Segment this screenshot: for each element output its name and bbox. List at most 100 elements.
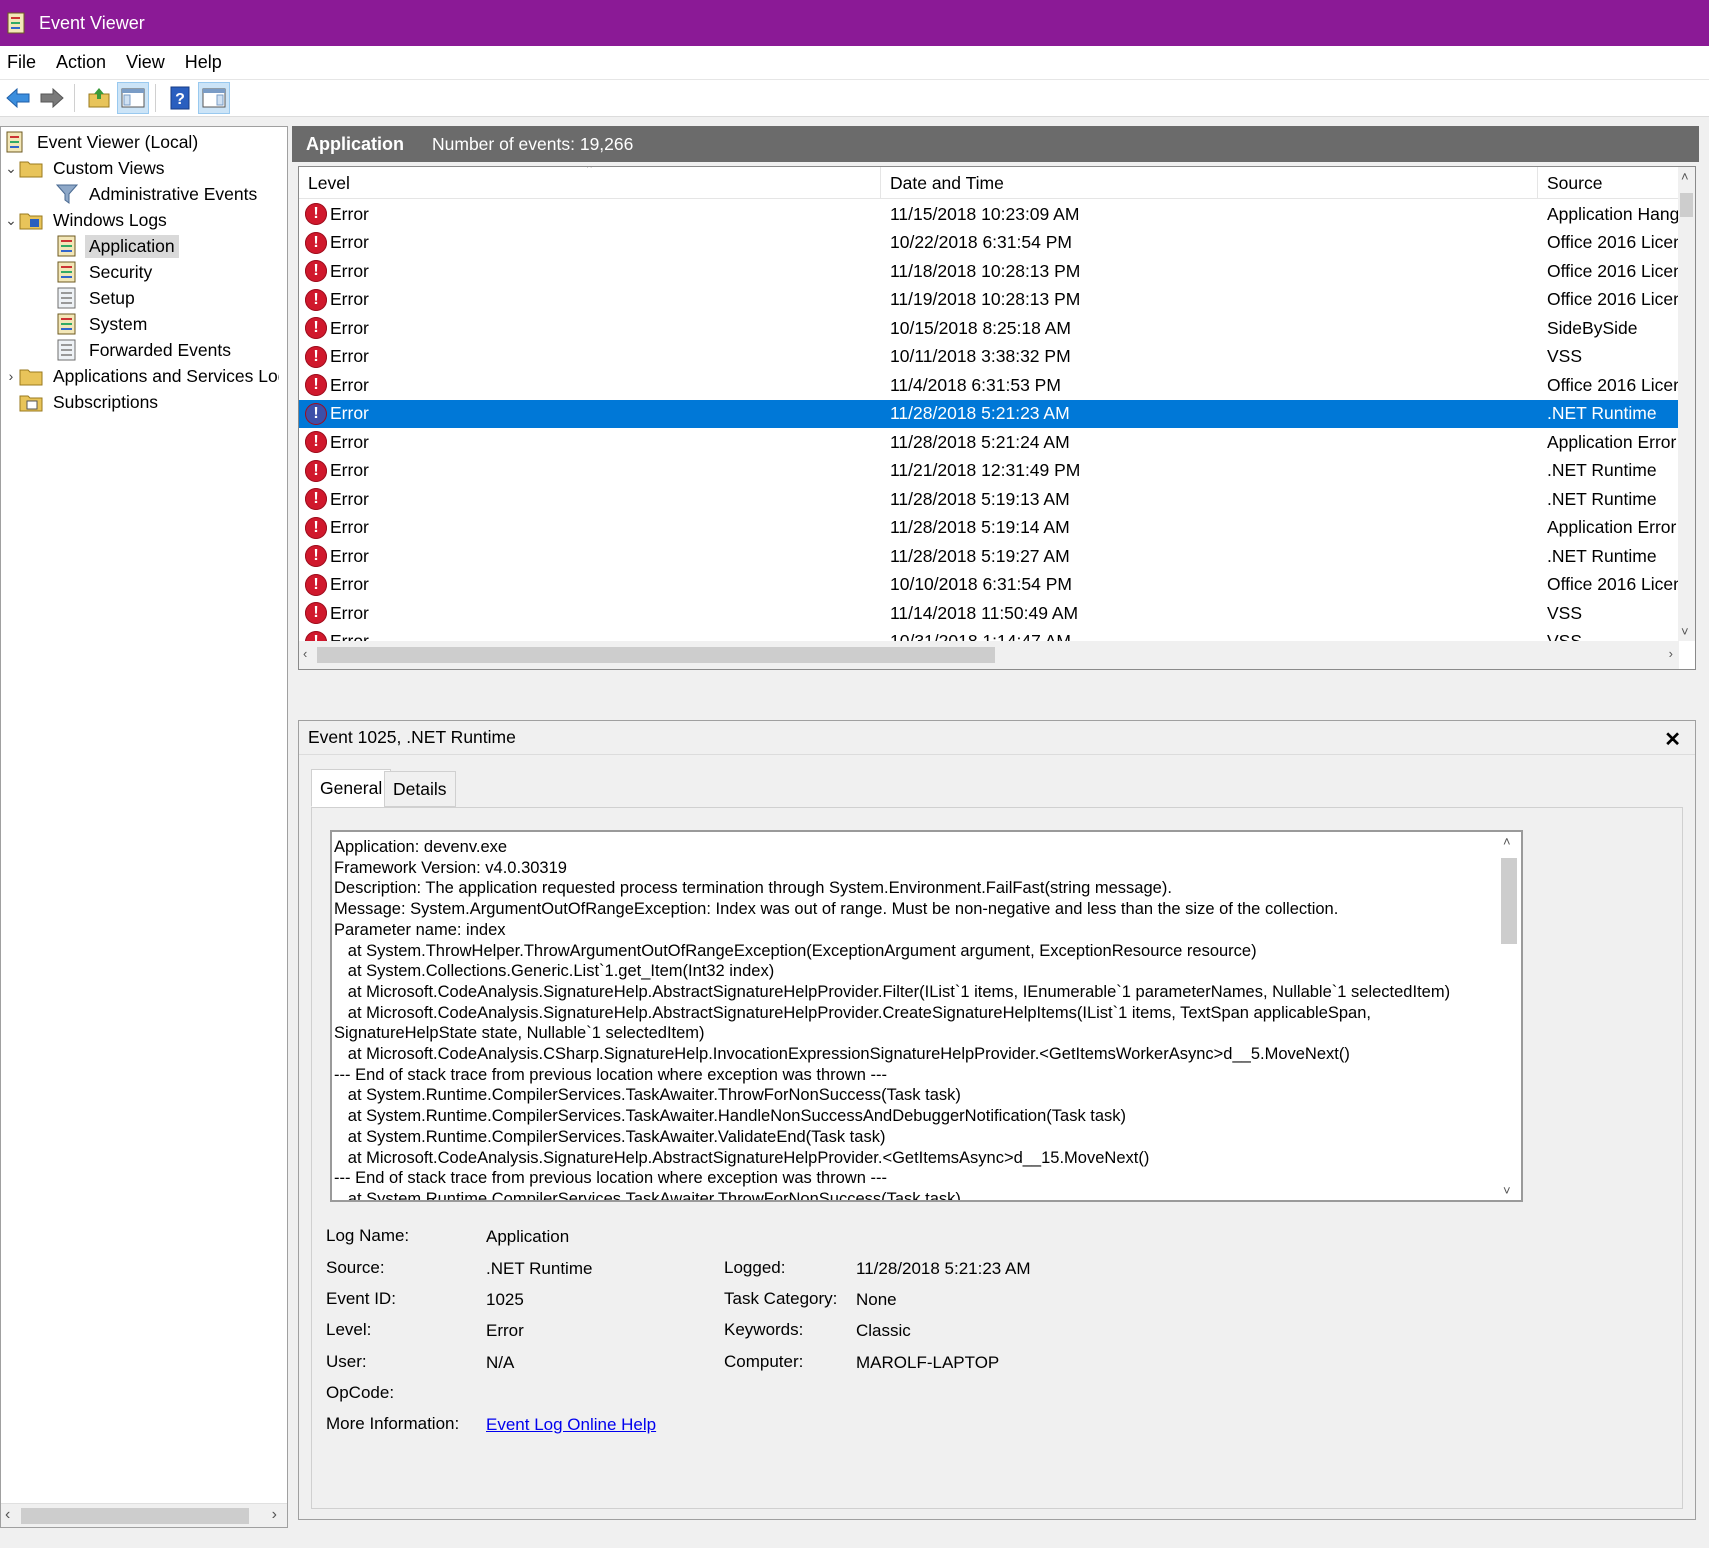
- event-description-box[interactable]: Application: devenv.exe Framework Version…: [330, 830, 1523, 1202]
- column-header-level[interactable]: Level ^: [299, 167, 881, 199]
- tree-item-security[interactable]: Security: [55, 259, 156, 285]
- tree-horizontal-scrollbar[interactable]: ‹ ›: [1, 1503, 287, 1527]
- event-row[interactable]: ! Error 10/10/2018 6:31:54 PM Office 2016 L…: [299, 571, 1679, 600]
- chevron-down-icon[interactable]: ⌄: [3, 160, 19, 177]
- tree-item-setup[interactable]: Setup: [55, 285, 139, 311]
- show-hide-console-tree-button[interactable]: [117, 82, 149, 114]
- menu-action[interactable]: Action: [46, 52, 116, 73]
- event-row[interactable]: ! Error 11/28/2018 5:21:24 AM Application E…: [299, 428, 1679, 457]
- tree-label: Security: [89, 261, 153, 282]
- tree-item-applications-and-services-logs[interactable]: › Applications and Services Log: [3, 363, 279, 389]
- column-header-source[interactable]: Source: [1538, 167, 1679, 199]
- tree-item-application[interactable]: Application: [55, 233, 179, 259]
- chevron-right-icon[interactable]: ›: [3, 368, 19, 384]
- scroll-left-icon[interactable]: ‹: [303, 646, 307, 661]
- field-label-source: Source:: [326, 1258, 385, 1277]
- tree-item-windows-logs[interactable]: ⌄ Windows Logs: [3, 207, 171, 233]
- cell-level: !Error: [305, 286, 875, 314]
- up-folder-button[interactable]: [83, 82, 115, 114]
- toolbar-separator: [155, 84, 156, 112]
- cell-level: !Error: [305, 371, 875, 399]
- field-value-level: Error: [486, 1321, 524, 1340]
- column-label: Date and Time: [890, 172, 1004, 193]
- cell-source: VSS: [1547, 602, 1583, 623]
- field-value-task-category: None: [856, 1290, 897, 1309]
- level-text: Error: [330, 317, 369, 338]
- windows-logs-folder-icon: [19, 213, 43, 230]
- forward-button[interactable]: [36, 82, 68, 114]
- cell-date-and-time: 11/28/2018 5:19:14 AM: [890, 517, 1070, 537]
- tree-label: System: [89, 313, 148, 334]
- cell-level: !Error: [305, 343, 875, 371]
- field-label-logged: Logged:: [724, 1258, 786, 1277]
- cell-date-and-time: 11/4/2018 6:31:53 PM: [890, 374, 1061, 395]
- scroll-right-icon[interactable]: ›: [272, 1506, 277, 1524]
- chevron-down-icon[interactable]: ⌄: [3, 212, 19, 229]
- tree-item-custom-views[interactable]: ⌄ Custom Views: [3, 155, 169, 181]
- log-name: Application: [306, 133, 404, 154]
- event-row[interactable]: ! Error 11/28/2018 5:19:27 AM .NET Runtime: [299, 542, 1679, 571]
- description-line: at Microsoft.CodeAnalysis.SignatureHelp.…: [334, 1148, 1150, 1167]
- field-label-more-information: More Information:: [326, 1414, 460, 1433]
- column-header-date-and-time[interactable]: Date and Time: [881, 167, 1538, 199]
- forward-arrow-icon: [40, 87, 64, 109]
- event-row[interactable]: ! Error 11/4/2018 6:31:53 PM Office 2016 Li…: [299, 371, 1679, 400]
- tree-item-subscriptions[interactable]: Subscriptions: [19, 389, 162, 415]
- scroll-up-icon[interactable]: ˄: [1503, 834, 1511, 849]
- description-vertical-scrollbar[interactable]: ˄ ˅: [1497, 832, 1521, 1200]
- tree-item-forwarded-events[interactable]: Forwarded Events: [55, 337, 235, 363]
- event-row[interactable]: ! Error 11/28/2018 5:21:23 AM .NET Runtime: [299, 399, 1679, 428]
- events-horizontal-scrollbar[interactable]: ‹ ›: [299, 641, 1679, 669]
- tree-item-system[interactable]: System: [55, 311, 151, 337]
- event-log-online-help-link[interactable]: Event Log Online Help: [486, 1415, 656, 1435]
- event-row[interactable]: ! Error 11/15/2018 10:23:09 AM Application …: [299, 200, 1679, 229]
- back-button[interactable]: [2, 82, 34, 114]
- event-detail-pane: Event 1025, .NET Runtime ✕ General Detai…: [298, 720, 1696, 1520]
- up-folder-icon: [88, 88, 110, 108]
- scroll-left-icon[interactable]: ‹: [5, 1506, 10, 1524]
- field-value-event-id: 1025: [486, 1290, 524, 1309]
- scroll-thumb[interactable]: [21, 1508, 249, 1524]
- scroll-down-icon[interactable]: ˅: [1503, 1183, 1511, 1198]
- level-text: Error: [330, 431, 369, 452]
- event-row[interactable]: ! Error 11/28/2018 5:19:13 AM .NET Runtime: [299, 485, 1679, 514]
- tab-details[interactable]: Details: [384, 771, 456, 807]
- description-line: Application: devenv.exe: [334, 838, 508, 856]
- event-row[interactable]: ! Error 11/19/2018 10:28:13 PM Office 2016 …: [299, 286, 1679, 315]
- error-icon: !: [305, 431, 327, 453]
- show-hide-action-pane-button[interactable]: [198, 82, 230, 114]
- scroll-thumb[interactable]: [317, 647, 995, 663]
- event-count: Number of events: 19,266: [432, 133, 634, 154]
- scroll-thumb[interactable]: [1680, 193, 1693, 217]
- scroll-right-icon[interactable]: ›: [1669, 646, 1673, 661]
- close-icon[interactable]: ✕: [1664, 727, 1681, 752]
- event-row[interactable]: ! Error 11/21/2018 12:31:49 PM .NET Runtime: [299, 457, 1679, 486]
- event-row[interactable]: ! Error 11/14/2018 11:50:49 AM VSS: [299, 599, 1679, 628]
- tab-general[interactable]: General: [311, 769, 392, 807]
- menu-file[interactable]: File: [0, 52, 46, 73]
- event-detail-title-bar: Event 1025, .NET Runtime ✕: [299, 721, 1695, 755]
- event-row[interactable]: ! Error 11/28/2018 5:19:14 AM Application E…: [299, 514, 1679, 543]
- level-text: Error: [330, 346, 369, 366]
- description-line: Framework Version: v4.0.30319: [334, 858, 567, 877]
- error-icon: !: [305, 488, 327, 510]
- cell-level: !Error: [305, 229, 875, 257]
- tree-item-event-viewer-local[interactable]: Event Viewer (Local): [3, 129, 202, 155]
- event-row[interactable]: ! Error 10/22/2018 6:31:54 PM Office 2016 L…: [299, 229, 1679, 258]
- tree-label: Applications and Services Log: [53, 365, 279, 386]
- tree-item-administrative-events[interactable]: Administrative Events: [55, 181, 261, 207]
- scroll-up-icon[interactable]: ˄: [1681, 169, 1689, 184]
- event-row[interactable]: ! Error 11/18/2018 10:28:13 PM Office 2016 …: [299, 257, 1679, 286]
- scroll-down-icon[interactable]: ˅: [1681, 624, 1689, 639]
- tree-label: Setup: [89, 287, 135, 308]
- help-button[interactable]: ?: [164, 82, 196, 114]
- event-row[interactable]: ! Error 10/15/2018 8:25:18 AM SideBySide: [299, 314, 1679, 343]
- event-row[interactable]: ! Error 10/11/2018 3:38:32 PM VSS: [299, 343, 1679, 372]
- scroll-thumb[interactable]: [1501, 858, 1517, 944]
- menu-view[interactable]: View: [116, 52, 175, 73]
- cell-date-and-time: 11/14/2018 11:50:49 AM: [890, 602, 1079, 623]
- toolbar: ?: [0, 80, 1709, 117]
- error-icon: !: [305, 402, 327, 425]
- events-vertical-scrollbar[interactable]: ˄ ˅: [1678, 167, 1695, 641]
- menu-help[interactable]: Help: [175, 52, 232, 73]
